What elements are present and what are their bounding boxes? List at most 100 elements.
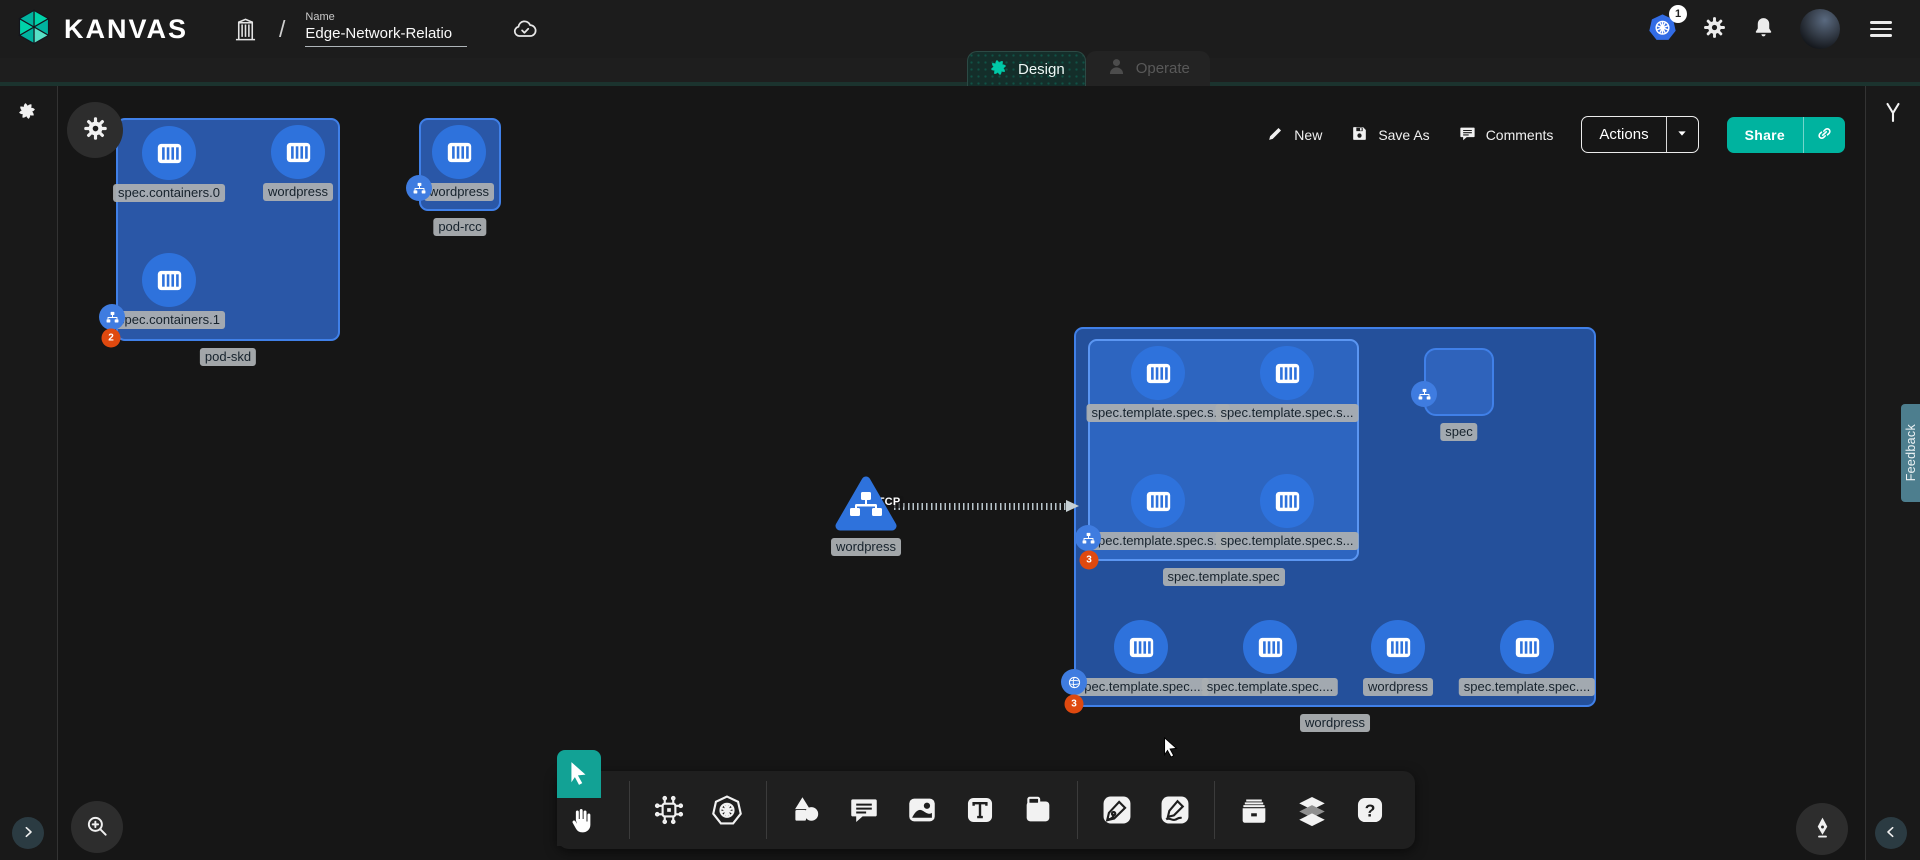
network-badge-icon[interactable] [1075,525,1101,551]
gear-icon [82,115,109,145]
ink-pen-button[interactable] [1796,803,1848,855]
comment-icon [1458,124,1477,146]
image-tool[interactable] [898,786,946,834]
node-container-2[interactable] [142,253,196,307]
container-label-7: spec.template.spec.s... [1216,532,1359,550]
toolbar-items: ? [619,771,1399,849]
node-container-9[interactable] [1243,620,1297,674]
node-container-8[interactable] [1114,620,1168,674]
bell-icon [1751,15,1776,43]
count-badge[interactable]: 3 [1080,551,1099,570]
network-badge-icon[interactable] [1411,381,1437,407]
count-badge[interactable]: 3 [1065,695,1084,714]
shapes-tool[interactable] [782,786,830,834]
container-label-4: spec.template.spec.s... [1087,404,1230,422]
settings-button[interactable] [1702,15,1727,43]
design-name-field: Name [305,11,467,47]
kubernetes-context-button[interactable]: 1 [1647,12,1678,46]
mouse-cursor [1160,735,1182,759]
svg-text:?: ? [1365,801,1376,821]
design-tab-label: Design [1018,61,1065,78]
canvas-toolbar: ? [557,771,1415,849]
actions-split-button: Actions [1581,116,1698,153]
mode-tab-strip [0,58,1920,86]
layers-tool[interactable] [1288,786,1336,834]
node-label-spec: spec [1440,423,1477,441]
actions-button[interactable]: Actions [1582,117,1665,152]
node-container-11[interactable] [1500,620,1554,674]
node-spec[interactable] [1424,348,1494,416]
container-label-11: spec.template.spec.... [1459,678,1595,696]
node-spec-template-spec[interactable] [1088,339,1359,561]
copy-link-button[interactable] [1803,117,1845,153]
kanvas-logo-icon [14,7,54,52]
user-avatar[interactable] [1800,9,1840,49]
kubernetes-tool[interactable] [703,786,751,834]
organization-icon [232,16,259,43]
comment-tool[interactable] [840,786,888,834]
hamburger-menu-button[interactable] [1864,20,1898,38]
tab-operate[interactable]: Operate [1086,51,1210,86]
container-label-5: spec.template.spec.s... [1216,404,1359,422]
breadcrumb-separator: / [279,16,285,43]
save-icon [1350,124,1369,146]
help-tool[interactable]: ? [1346,786,1394,834]
operate-tab-label: Operate [1136,60,1190,77]
node-container-7[interactable] [1260,474,1314,528]
drawer-tool[interactable] [1230,786,1278,834]
kanvas-app: KANVAS / Name 1 [0,0,1920,860]
design-name-input[interactable] [305,25,467,47]
actions-dropdown-button[interactable] [1666,117,1698,152]
container-label-9: spec.template.spec.... [1202,678,1338,696]
chevron-left-icon [1883,824,1899,843]
branch-icon[interactable] [1881,100,1905,124]
save-as-button[interactable]: Save As [1350,124,1429,146]
share-split-button: Share [1727,117,1845,153]
comments-button[interactable]: Comments [1458,124,1554,146]
node-label-spec-template-spec: spec.template.spec [1162,568,1284,586]
note-tool[interactable] [1014,786,1062,834]
hand-icon [565,806,594,838]
node-container-10[interactable] [1371,620,1425,674]
expand-left-panel-button[interactable] [12,817,44,849]
tab-design[interactable]: Design [967,51,1086,86]
canvas-config-button[interactable] [67,102,123,158]
share-button[interactable]: Share [1727,117,1803,153]
node-container-3[interactable] [432,125,486,179]
app-title: KANVAS [64,14,188,45]
node-container-0[interactable] [142,126,196,180]
comments-label: Comments [1486,127,1554,143]
feedback-tab[interactable]: Feedback [1901,404,1920,502]
network-badge-icon[interactable] [99,304,125,330]
node-service-wordpress[interactable] [834,475,898,533]
caret-down-icon [1674,125,1690,144]
node-container-1[interactable] [271,125,325,179]
components-tool[interactable] [645,786,693,834]
top-header: KANVAS / Name 1 [0,0,1920,58]
node-container-6[interactable] [1131,474,1185,528]
select-tool[interactable] [557,750,601,798]
text-tool[interactable] [956,786,1004,834]
pan-tool[interactable] [557,798,601,846]
collapse-right-panel-button[interactable] [1875,817,1907,849]
kanvas-logo[interactable]: KANVAS [14,7,188,52]
node-container-4[interactable] [1131,346,1185,400]
mode-tabs: Design Operate [967,51,1210,86]
edge-service-to-deployment[interactable] [894,503,1066,510]
node-container-5[interactable] [1260,346,1314,400]
zoom-search-button[interactable] [71,801,123,853]
freehand-tool[interactable] [1151,786,1199,834]
notifications-button[interactable] [1751,15,1776,43]
design-action-bar: New Save As Comments Actions Share [1266,116,1845,153]
zoom-in-magnifier-icon [84,813,110,842]
deploy-badge-icon[interactable] [1061,669,1087,695]
pen-tool[interactable] [1093,786,1141,834]
link-icon [1815,124,1834,146]
toolbar-divider [766,781,767,839]
new-button[interactable]: New [1266,124,1322,146]
chevron-right-icon [20,824,36,843]
pencil-icon [1266,124,1285,146]
count-badge[interactable]: 2 [102,329,121,348]
network-badge-icon[interactable] [406,175,432,201]
cloud-saved-icon [511,15,539,43]
